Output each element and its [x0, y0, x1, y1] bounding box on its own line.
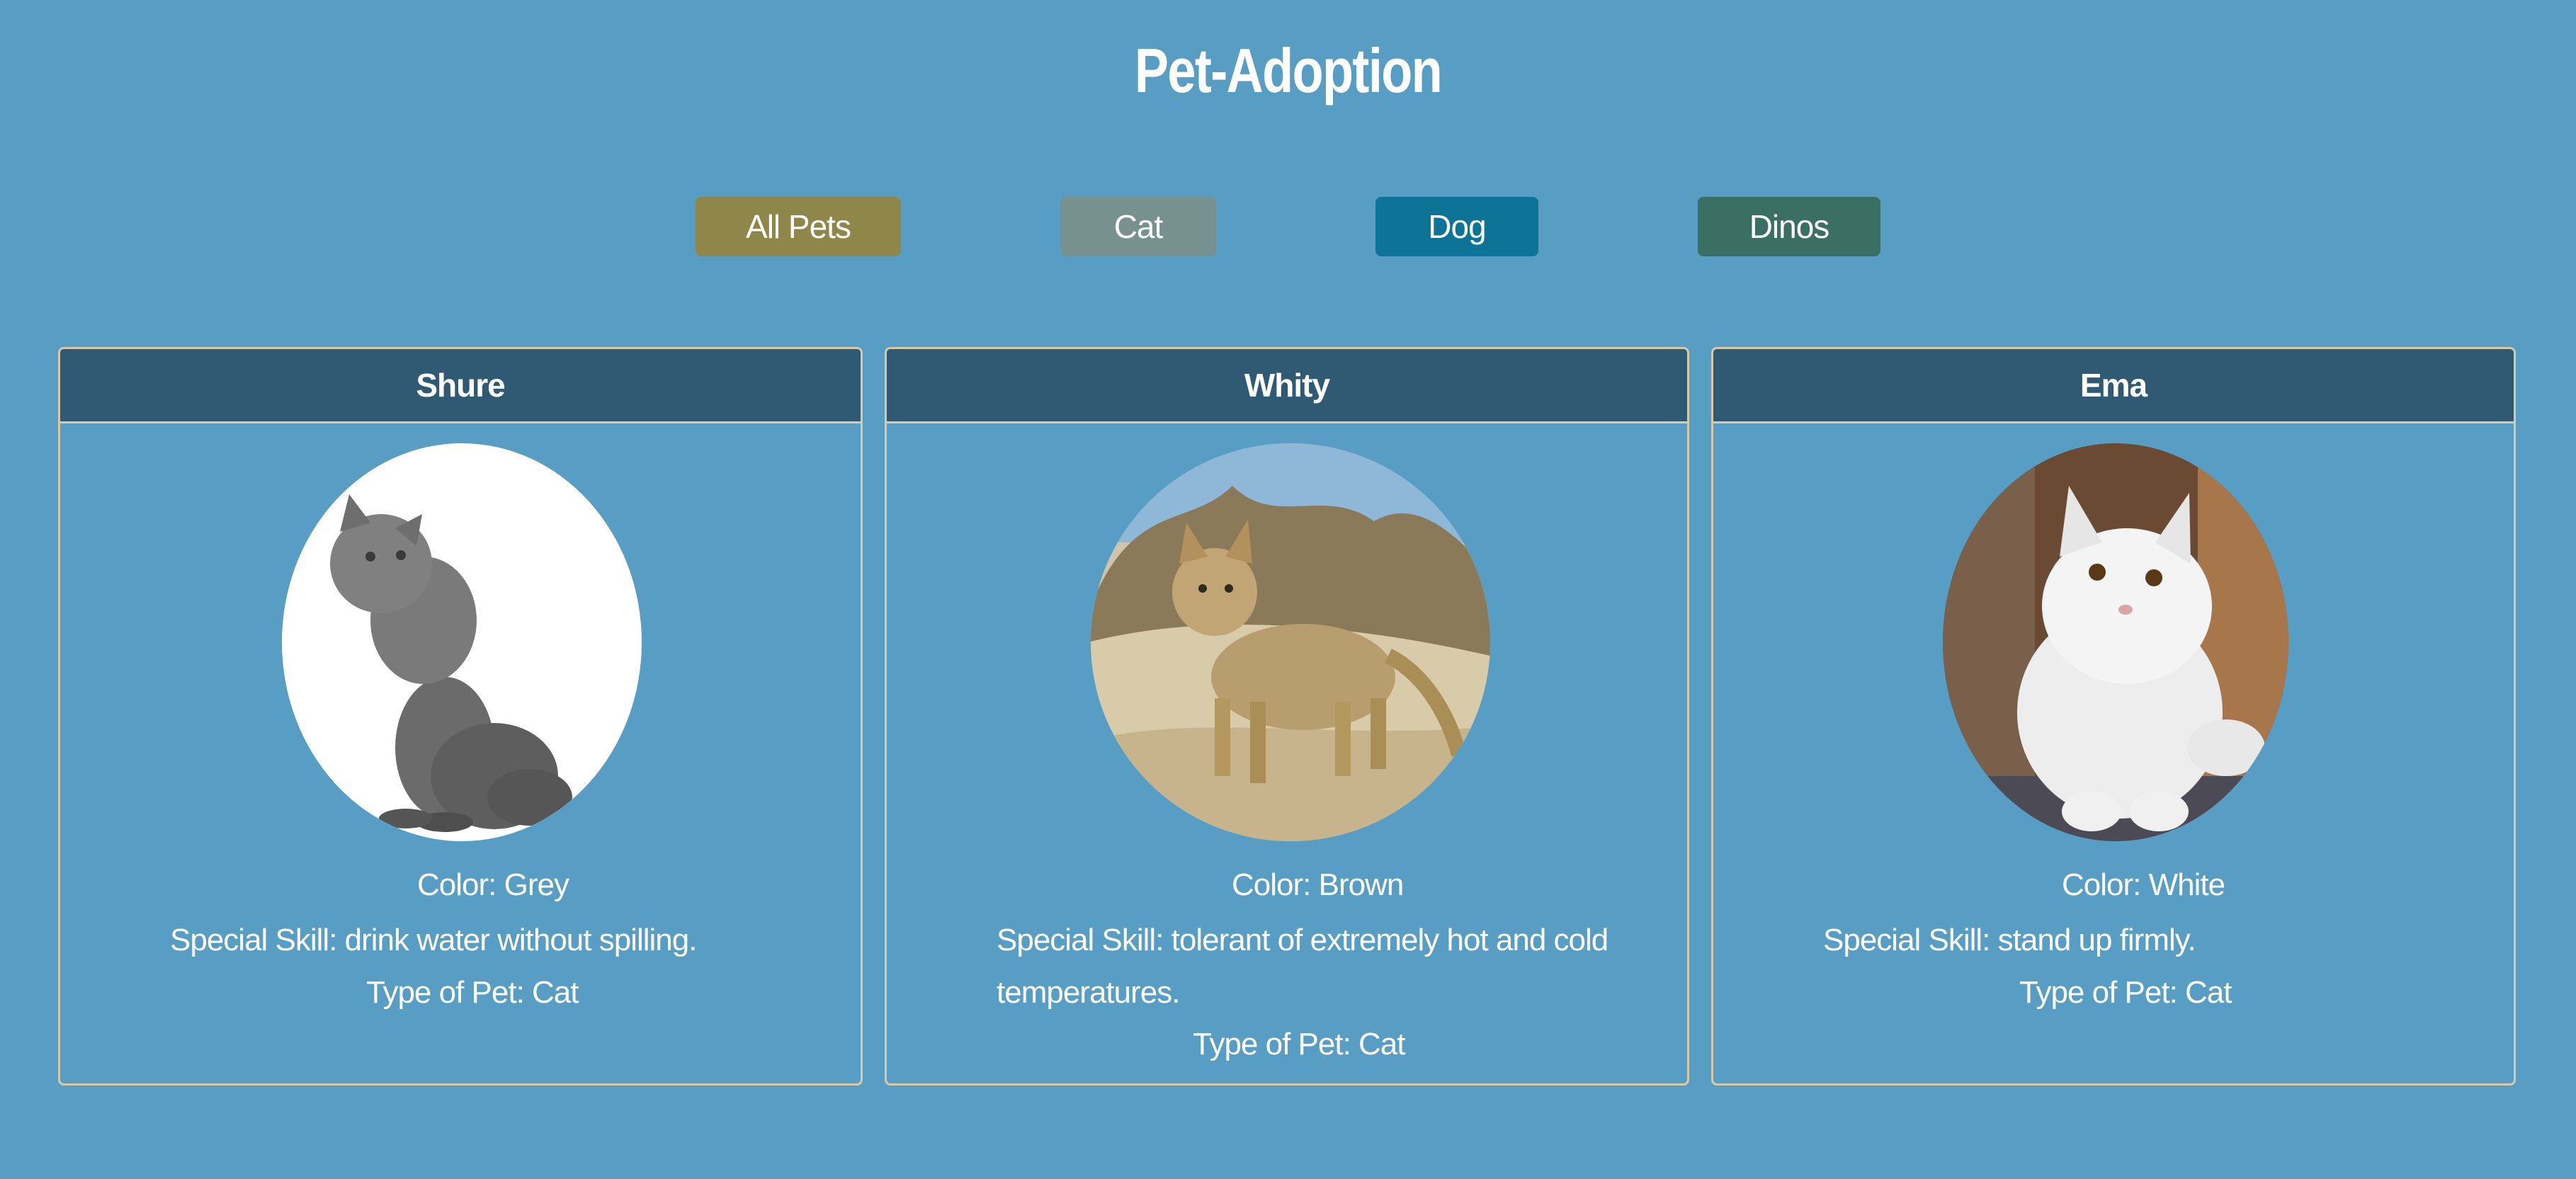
pet-card: Whity Color: Brown Special Skill: tolera… — [885, 347, 1689, 1086]
filter-dinos-button[interactable]: Dinos — [1698, 197, 1880, 256]
pet-name: Whity — [887, 349, 1687, 423]
pet-special-skill: Special Skill: drink water without spill… — [170, 923, 697, 957]
pet-color: Color: Grey — [417, 867, 569, 902]
filter-dog-button[interactable]: Dog — [1375, 197, 1538, 256]
pet-name: Shure — [60, 349, 861, 423]
white-persian-cat-photo — [1943, 443, 2288, 841]
pet-name: Ema — [1713, 349, 2514, 423]
pet-special-skill: Special Skill: stand up firmly. — [1823, 923, 2196, 957]
pet-type: Type of Pet: Cat — [2019, 975, 2232, 1010]
pet-card: Ema Color: White Special Skill: stand up… — [1711, 347, 2516, 1086]
pet-color: Color: White — [2062, 867, 2225, 902]
pet-card: Shure Color: Grey Special Skill: drink w… — [58, 347, 863, 1086]
filter-all-pets-button[interactable]: All Pets — [696, 197, 901, 256]
pet-type: Type of Pet: Cat — [1193, 1027, 1405, 1061]
pet-color: Color: Brown — [1232, 867, 1404, 902]
pet-special-skill-continued: temperatures. — [997, 975, 1180, 1010]
page: Pet-Adoption All Pets Cat Dog Dinos Shur… — [0, 0, 2576, 1179]
pet-special-skill: Special Skill: tolerant of extremely hot… — [997, 923, 1608, 957]
filter-cat-button[interactable]: Cat — [1060, 197, 1216, 256]
grey-cat-photo — [282, 443, 642, 841]
page-title: Pet-Adoption — [1134, 35, 1443, 106]
pet-type: Type of Pet: Cat — [366, 975, 579, 1010]
sand-cat-photo — [1091, 443, 1490, 841]
